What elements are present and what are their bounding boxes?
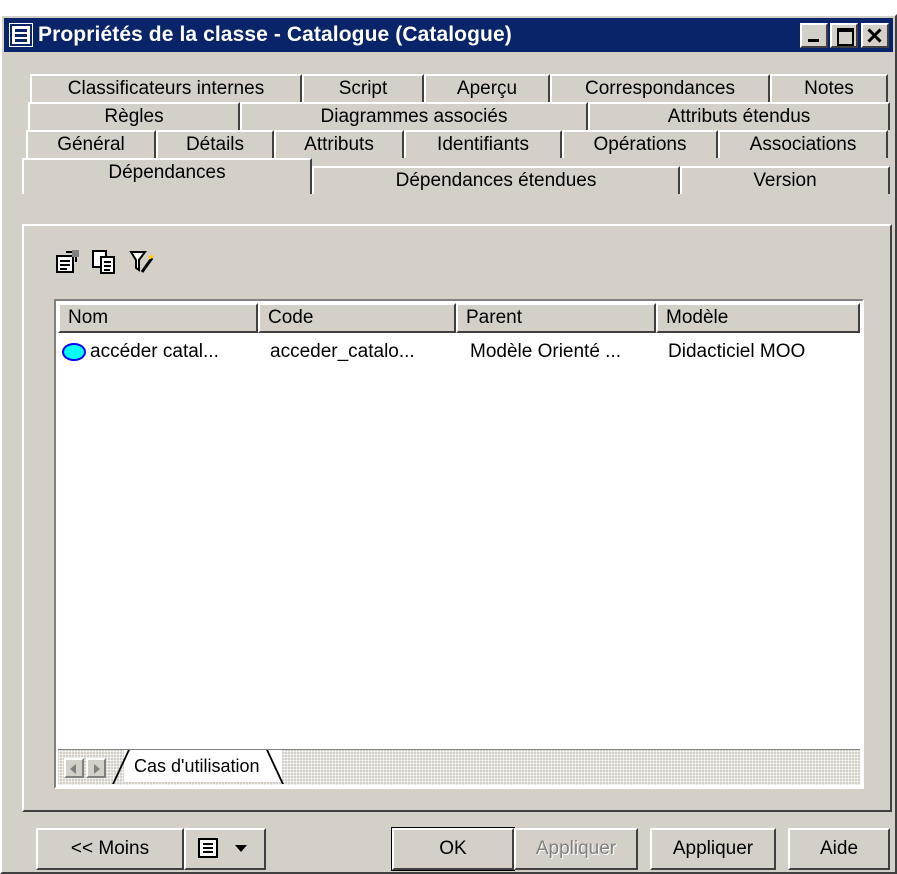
tab-label: Associations [749, 134, 857, 155]
tab-label: Attributs étendus [667, 106, 811, 127]
tab-label: Diagrammes associés [320, 106, 508, 127]
button-label: OK [439, 838, 467, 859]
tab-classificateurs-internes[interactable]: Classificateurs internes [30, 74, 302, 102]
aide-button[interactable]: Aide [788, 828, 890, 870]
tab-label: Classificateurs internes [67, 78, 265, 99]
scroll-right-button[interactable] [86, 758, 106, 778]
tab-regles[interactable]: Règles [28, 102, 240, 130]
button-label: Aide [819, 838, 859, 859]
tab-correspondances[interactable]: Correspondances [550, 74, 770, 102]
tab-details[interactable]: Détails [156, 130, 274, 158]
tab-label: Attributs [304, 134, 374, 155]
table-row[interactable]: accéder catal... acceder_catalo... Modèl… [60, 339, 860, 367]
tab-label: Dépendances étendues [395, 170, 597, 191]
tab-label: Script [338, 78, 388, 99]
column-header-code[interactable]: Code [258, 303, 456, 333]
tab-general[interactable]: Général [26, 130, 156, 158]
tab-version[interactable]: Version [680, 166, 890, 194]
tab-label: Règles [104, 106, 164, 127]
tab-dependances[interactable]: Dépendances [22, 158, 312, 194]
cell-modele: Didacticiel MOO [668, 341, 806, 362]
column-label: Nom [68, 307, 109, 328]
column-header-parent[interactable]: Parent [456, 303, 656, 333]
appliquer-disabled-button: Appliquer [514, 828, 638, 870]
tab-label: Dépendances [108, 162, 226, 183]
column-header-modele[interactable]: Modèle [656, 303, 860, 333]
column-header-nom[interactable]: Nom [58, 303, 258, 333]
close-button[interactable] [861, 23, 889, 48]
button-label: Appliquer [672, 838, 754, 859]
window-menu-icon[interactable] [9, 23, 33, 47]
tab-dependances-etendues[interactable]: Dépendances étendues [312, 166, 680, 194]
column-label: Modèle [666, 307, 729, 328]
view-menu-button[interactable] [184, 828, 266, 870]
tab-attributs-etendus[interactable]: Attributs étendus [588, 102, 890, 130]
tab-label: Général [57, 134, 125, 155]
tab-label: Version [753, 170, 817, 191]
tab-associations[interactable]: Associations [718, 130, 888, 158]
tab-diagrammes-associes[interactable]: Diagrammes associés [240, 102, 588, 130]
copy-icon[interactable] [90, 248, 118, 276]
maximize-button[interactable] [830, 23, 858, 48]
tab-notes[interactable]: Notes [770, 74, 888, 102]
column-label: Code [268, 307, 314, 328]
column-label: Parent [466, 307, 522, 328]
tab-operations[interactable]: Opérations [562, 130, 718, 158]
tab-label: Identifiants [437, 134, 529, 155]
use-case-icon [62, 343, 86, 361]
properties-dialog: Propriétés de la classe - Catalogue (Cat… [0, 14, 897, 874]
tab-label: Détails [185, 134, 245, 155]
filter-icon[interactable] [128, 248, 156, 276]
moins-button[interactable]: << Moins [36, 828, 184, 870]
tab-label: Aperçu [456, 78, 518, 99]
ok-button[interactable]: OK [391, 827, 515, 871]
tab-apercu[interactable]: Aperçu [424, 74, 550, 102]
subtab-cas-utilisation[interactable]: Cas d'utilisation [112, 750, 284, 784]
properties-icon[interactable] [54, 248, 82, 276]
minimize-button[interactable] [800, 23, 828, 48]
tab-label: Opérations [593, 134, 687, 155]
tab-label: Notes [804, 78, 854, 99]
appliquer-button[interactable]: Appliquer [650, 828, 776, 870]
tab-identifiants[interactable]: Identifiants [404, 130, 562, 158]
subtab-strip: Cas d'utilisation [58, 749, 860, 785]
dependencies-list[interactable]: Nom Code Parent Modèle accéder catal... … [54, 299, 864, 789]
list-view-icon [198, 838, 218, 858]
cell-code: acceder_catalo... [270, 341, 415, 362]
window-title: Propriétés de la classe - Catalogue (Cat… [38, 23, 512, 46]
button-label: << Moins [70, 838, 150, 859]
tab-attributs[interactable]: Attributs [274, 130, 404, 158]
subtab-label: Cas d'utilisation [134, 755, 260, 776]
chevron-down-icon [235, 845, 247, 852]
button-label: Appliquer [535, 838, 617, 859]
tab-script[interactable]: Script [302, 74, 424, 102]
cell-parent: Modèle Orienté ... [470, 341, 622, 362]
title-bar[interactable]: Propriétés de la classe - Catalogue (Cat… [4, 18, 893, 52]
scroll-left-button[interactable] [64, 758, 84, 778]
tab-label: Correspondances [585, 78, 735, 99]
cell-nom: accéder catal... [90, 341, 219, 362]
